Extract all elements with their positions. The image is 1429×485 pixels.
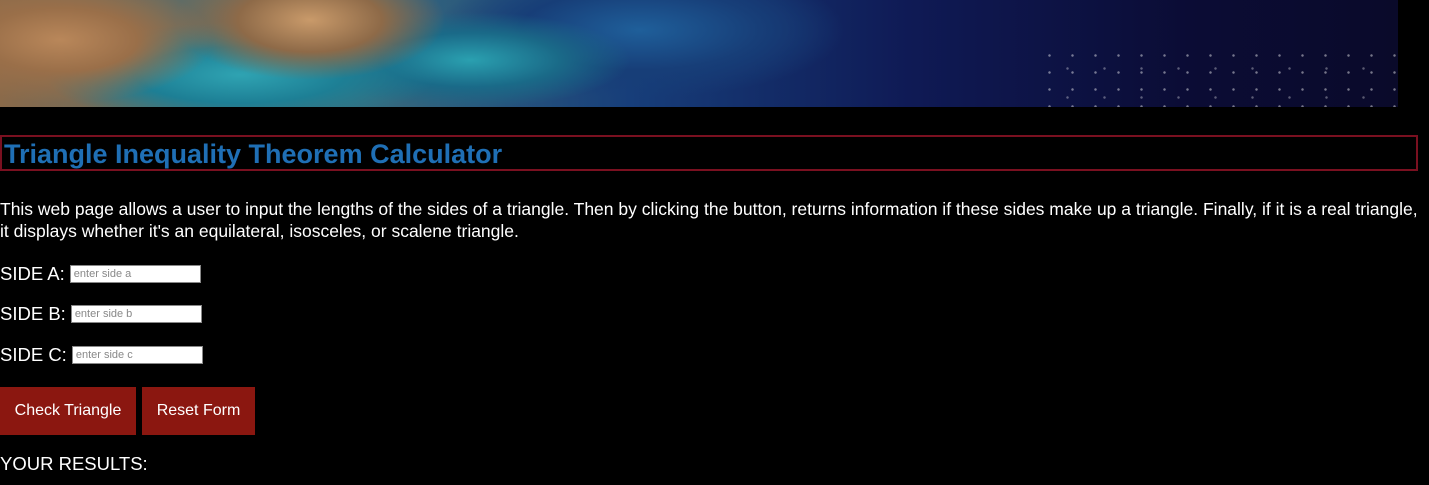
page-title: Triangle Inequality Theorem Calculator	[4, 139, 503, 169]
side-a-label: SIDE A:	[0, 263, 65, 284]
banner-stars-decoration	[1038, 47, 1398, 107]
side-a-row: SIDE A:	[0, 263, 201, 285]
check-triangle-button[interactable]: Check Triangle	[0, 387, 136, 435]
side-b-input[interactable]	[70, 305, 202, 323]
results-heading: YOUR RESULTS:	[0, 453, 148, 474]
side-a-input[interactable]	[69, 265, 201, 283]
side-c-label: SIDE C:	[0, 344, 67, 365]
title-box: Triangle Inequality Theorem Calculator	[0, 135, 1418, 171]
reset-form-button[interactable]: Reset Form	[142, 387, 255, 435]
side-b-row: SIDE B:	[0, 303, 202, 325]
side-c-input[interactable]	[71, 346, 203, 364]
side-c-row: SIDE C:	[0, 344, 203, 366]
page-description: This web page allows a user to input the…	[0, 199, 1418, 241]
header-banner-image	[0, 0, 1398, 107]
side-b-label: SIDE B:	[0, 303, 66, 324]
